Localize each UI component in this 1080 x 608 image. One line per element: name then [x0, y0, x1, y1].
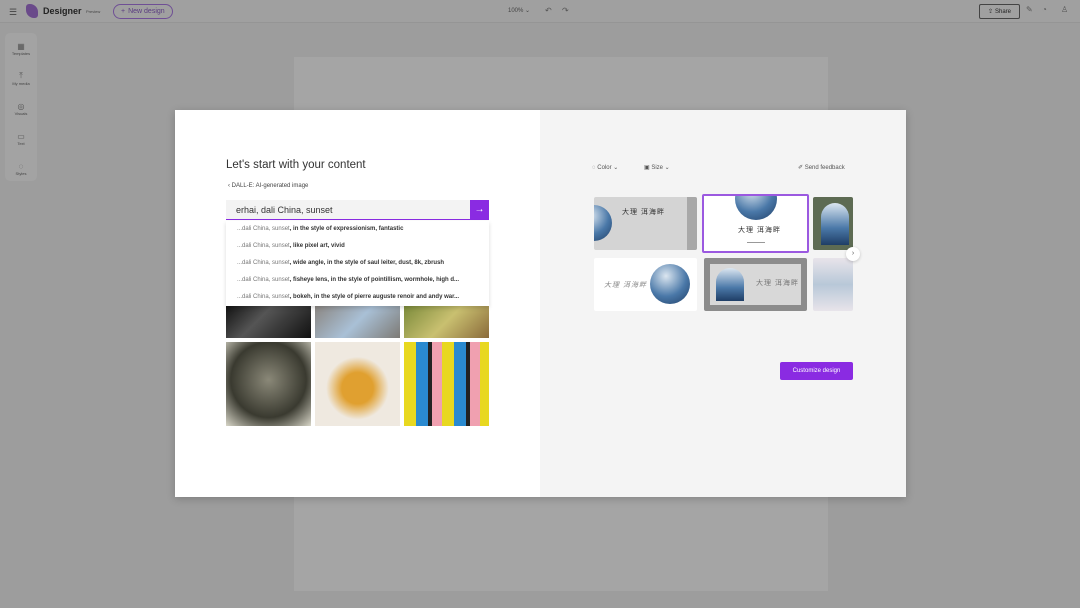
sidebar-item-templates[interactable]: ▦ Templates — [5, 34, 37, 63]
back-link[interactable]: ‹ DALL-E: AI-generated image — [228, 183, 308, 189]
plus-icon: + — [121, 8, 126, 15]
template-title-2: 大理 洱海畔 — [604, 282, 647, 289]
suggestion-suffix: , in the style of expressionism, fantast… — [289, 226, 404, 232]
generated-image[interactable] — [315, 305, 400, 338]
template-title-selected: 大理 洱海畔 — [738, 227, 781, 234]
sidebar-item-label: My media — [12, 81, 30, 86]
template-thumbnail[interactable]: 大理 洱海畔 — [704, 258, 807, 311]
sidebar-item-text[interactable]: ▭ Text — [5, 124, 37, 153]
feedback-label: Send feedback — [804, 165, 845, 171]
content-dialog: Let's start with your content ‹ DALL-E: … — [175, 110, 906, 497]
submit-arrow-button[interactable]: → — [470, 200, 489, 220]
top-bar: ☰ Designer Preview + New design 100% ⌄ ↶ … — [0, 0, 1080, 23]
prompt-input[interactable] — [226, 201, 466, 219]
generated-image[interactable] — [315, 342, 400, 426]
account-icon[interactable]: ♙ — [1061, 5, 1068, 14]
upload-icon: ⤒ — [19, 71, 23, 80]
sidebar: ▦ Templates ⤒ My media ◎ Visuals ▭ Text ◌ Sty… — [5, 33, 37, 181]
template-thumbnail[interactable] — [813, 197, 853, 250]
feedback-icon: ✐ — [798, 165, 805, 171]
color-label: Color — [597, 165, 612, 171]
new-design-button[interactable]: + New design — [113, 4, 173, 19]
sidebar-item-label: Templates — [11, 50, 31, 56]
suggestion-prefix: ...dali China, sunset — [237, 294, 290, 300]
zoom-value: 100% — [508, 8, 524, 14]
template-thumbnail[interactable]: 大理 洱海畔 — [594, 258, 697, 311]
generated-image[interactable] — [226, 305, 311, 338]
designer-icon[interactable]: ◔ — [1042, 5, 1047, 14]
suggestion-suffix: , wide angle, in the style of saul leite… — [289, 260, 445, 266]
size-dropdown[interactable]: ▣ Size ⌄ — [644, 164, 670, 171]
text-icon: ▭ — [17, 131, 25, 141]
dialog-title: Let's start with your content — [226, 159, 366, 171]
palette-icon: ◌ — [18, 161, 24, 171]
sidebar-item-label: Text — [17, 140, 25, 146]
template-thumbnail[interactable] — [813, 258, 853, 311]
suggestion-prefix: ...dali China, sunset — [237, 260, 290, 266]
template-title-3: 大理 洱海畔 — [756, 280, 799, 287]
suggestion-prefix: ...dali China, sunset — [237, 243, 290, 249]
suggestion-item[interactable]: ...dali China, sunset, wide angle, in th… — [226, 255, 489, 272]
template-thumbnail-selected[interactable]: 大理 洱海畔 — [702, 194, 809, 253]
suggestion-prefix: ...dali China, sunset — [237, 277, 290, 283]
shapes-icon: ◎ — [17, 101, 25, 111]
next-templates-button[interactable]: › — [846, 247, 860, 261]
share-icon: ⇪ — [987, 9, 993, 15]
suggestion-item[interactable]: ...dali China, sunset, fisheye lens, in … — [226, 272, 489, 289]
suggestion-item[interactable]: ...dali China, sunset, in the style of e… — [226, 221, 489, 238]
sidebar-item-styles[interactable]: ◌ Styles — [5, 154, 37, 183]
suggestion-suffix: , fisheye lens, in the style of pointill… — [289, 277, 460, 283]
suggestion-suffix: , bokeh, in the style of pierre auguste … — [289, 294, 460, 300]
suggestion-item[interactable]: ...dali China, sunset, bokeh, in the sty… — [226, 289, 489, 306]
prompt-field: → — [226, 200, 489, 220]
new-design-label: New design — [128, 8, 165, 15]
preview-badge: Preview — [86, 9, 101, 14]
color-dropdown[interactable]: ◌ Color ⌄ — [592, 164, 618, 171]
generated-image-grid — [226, 305, 489, 426]
grid-icon: ▦ — [17, 41, 25, 51]
share-button[interactable]: ⇪ Share — [979, 4, 1020, 19]
template-title: 大理 洱海畔 — [622, 209, 665, 216]
template-thumbnail[interactable]: 大理 洱海畔 — [594, 197, 697, 250]
generated-image[interactable] — [226, 342, 311, 426]
generated-image[interactable] — [404, 342, 489, 426]
designer-logo — [26, 4, 38, 18]
send-feedback-link[interactable]: ✐ Send feedback — [798, 164, 845, 171]
generated-image[interactable] — [404, 305, 489, 338]
app-name: Designer — [43, 6, 82, 16]
suggestion-item[interactable]: ...dali China, sunset, like pixel art, v… — [226, 238, 489, 255]
sidebar-item-label: Styles — [15, 170, 27, 176]
zoom-dropdown[interactable]: 100% ⌄ — [508, 7, 530, 14]
back-label: DALL-E: AI-generated image — [231, 183, 309, 189]
menu-icon[interactable]: ☰ — [9, 7, 19, 18]
magic-icon[interactable]: ✎ — [1026, 5, 1033, 14]
design-preview-panel: ◌ Color ⌄ ▣ Size ⌄ ✐ Send feedback 大理 洱海… — [540, 110, 906, 497]
redo-icon[interactable]: ↷ — [562, 6, 569, 15]
undo-icon[interactable]: ↶ — [545, 6, 552, 15]
share-label: Share — [995, 8, 1012, 15]
content-panel: Let's start with your content ‹ DALL-E: … — [175, 110, 540, 497]
sidebar-item-label: Visuals — [14, 110, 28, 116]
suggestion-prefix: ...dali China, sunset — [237, 226, 290, 232]
sidebar-item-my-media[interactable]: ⤒ My media — [5, 64, 37, 93]
suggestion-list: ...dali China, sunset, in the style of e… — [226, 221, 489, 306]
size-label: Size — [651, 165, 664, 171]
suggestion-suffix: , like pixel art, vivid — [289, 243, 345, 249]
sidebar-item-visuals[interactable]: ◎ Visuals — [5, 94, 37, 123]
customize-design-button[interactable]: Customize design — [780, 362, 853, 380]
